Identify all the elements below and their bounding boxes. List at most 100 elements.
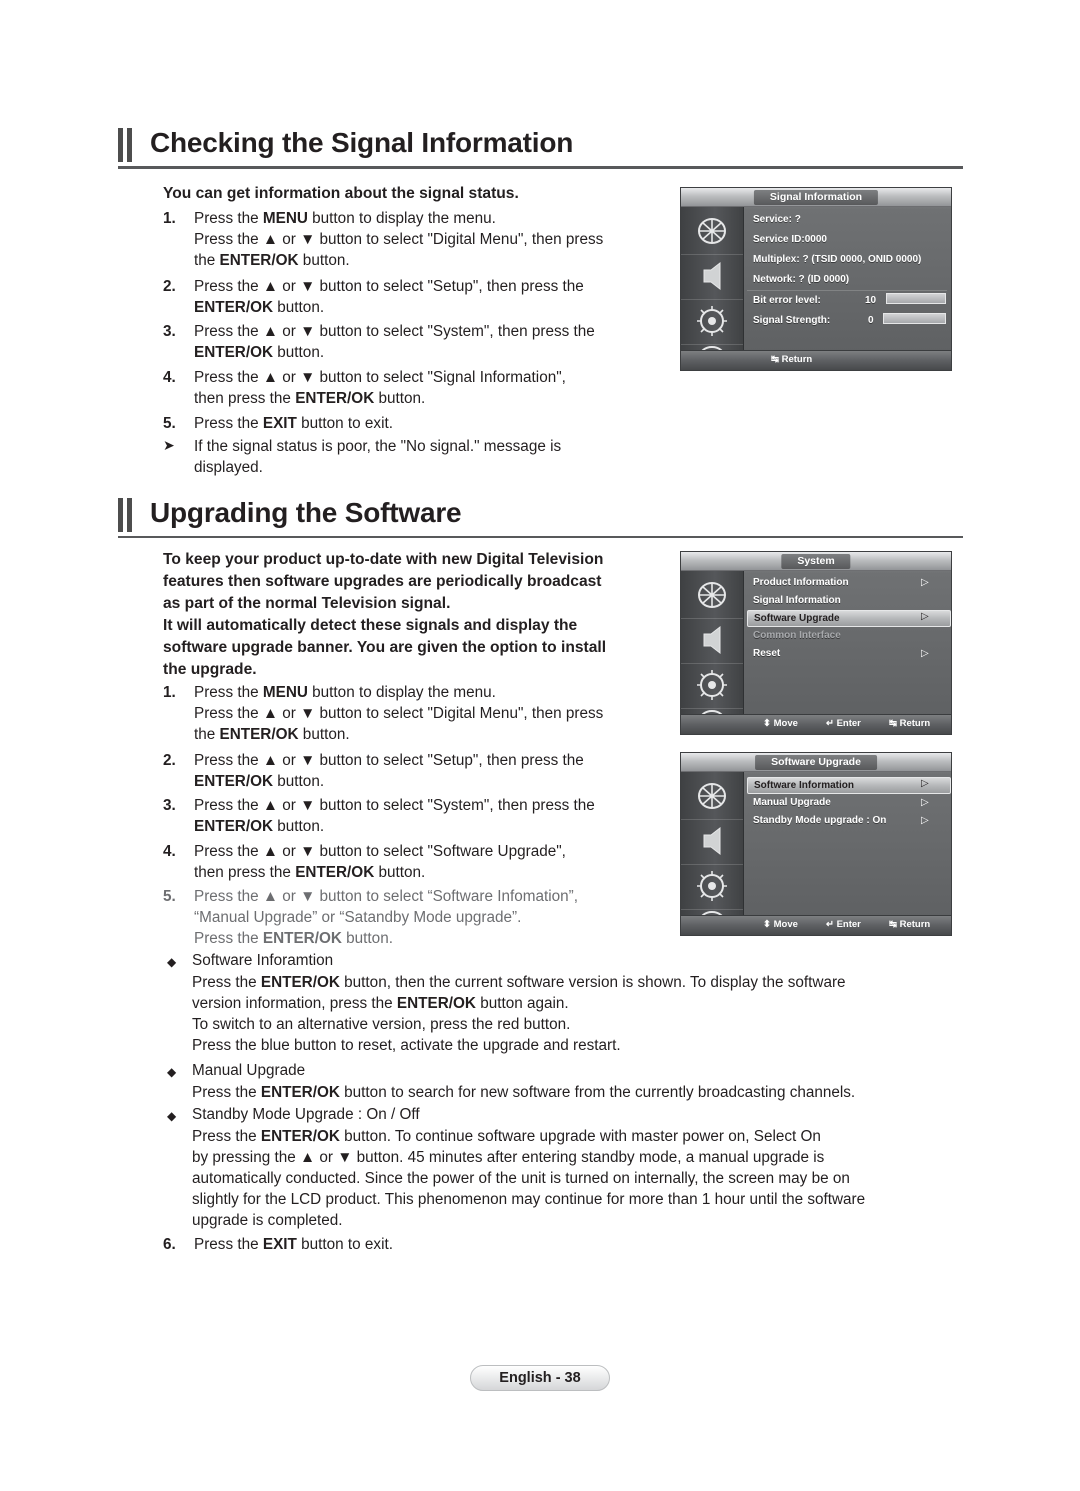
osd-system-item-2: Software Upgrade <box>754 613 840 624</box>
bullet-1-line-2: version information, press the ENTER/OK … <box>192 995 569 1012</box>
osd-signal-title: Signal Information <box>753 190 879 205</box>
upgrade-step-1-line-2: Press the ▲ or ▼ button to select "Digit… <box>194 705 604 722</box>
osd-rail-sep <box>681 254 743 255</box>
signal-step-4-line-2: then press the ENTER/OK button. <box>194 390 426 407</box>
bullet-3-line-5: upgrade is completed. <box>192 1212 343 1229</box>
chevron-right-icon-1: ▷ <box>921 797 929 808</box>
upgrade-intro-line-2: features then software upgrades are peri… <box>163 573 602 590</box>
upgrade-step-3-number: 3. <box>163 797 176 814</box>
osd-signal-bottombar: ↹ Return <box>681 350 951 370</box>
upgrade-step-1-number: 1. <box>163 684 176 701</box>
sound-icon[interactable] <box>690 620 734 664</box>
picture-icon[interactable] <box>690 211 734 255</box>
signal-strength-meter <box>883 313 946 324</box>
upgrade-step-5-line-1: Press the ▲ or ▼ button to select “Softw… <box>194 888 578 905</box>
osd-system[interactable]: System Product Information ▷ Signal Info… <box>680 551 952 735</box>
page-footer-badge: English - 38 <box>470 1365 610 1391</box>
osd-software-item-1[interactable]: Manual Upgrade <box>753 797 831 808</box>
upgrade-step-4-number: 4. <box>163 843 176 860</box>
chevron-right-icon-0: ▷ <box>921 778 929 789</box>
upgrade-intro-line-3: as part of the normal Television signal. <box>163 595 451 612</box>
upgrade-intro-line-6: the upgrade. <box>163 661 257 678</box>
osd-software-upgrade[interactable]: Software Upgrade Software Information ▷ … <box>680 752 952 936</box>
sound-icon[interactable] <box>690 821 734 865</box>
upgrade-step-4-line-1: Press the ▲ or ▼ button to select "Softw… <box>194 843 566 860</box>
upgrade-step-6-line-1: Press the EXIT button to exit. <box>194 1236 393 1253</box>
sound-icon[interactable] <box>690 256 734 300</box>
channel-icon[interactable] <box>690 301 734 345</box>
osd-signal-information[interactable]: Signal Information Service: ? Service ID… <box>680 187 952 371</box>
osd-signal-return-hint[interactable]: ↹ Return <box>771 354 812 365</box>
signal-step-5-line-1: Press the EXIT button to exit. <box>194 415 393 432</box>
bullet-1-line-1: Press the ENTER/OK button, then the curr… <box>192 974 846 991</box>
osd-system-enter-hint[interactable]: ↵ Enter <box>826 718 861 729</box>
upgrade-step-1-line-3: the ENTER/OK button. <box>194 726 350 743</box>
signal-step-1-line-1: Press the MENU button to display the men… <box>194 210 496 227</box>
osd-system-item-0[interactable]: Product Information <box>753 577 849 588</box>
osd-rail-sep-2 <box>681 864 743 865</box>
bullet-1-line-3: To switch to an alternative version, pre… <box>192 1016 571 1033</box>
bullet-1-line-4: Press the blue button to reset, activate… <box>192 1037 621 1054</box>
bullet-3-title: Standby Mode Upgrade : On / Off <box>192 1106 420 1123</box>
osd-rail-sep-2 <box>681 663 743 664</box>
osd-rail-sep <box>681 618 743 619</box>
osd-software-enter-hint[interactable]: ↵ Enter <box>826 919 861 930</box>
diamond-bullet-icon-3: ◆ <box>167 1109 177 1123</box>
signal-step-3-number: 3. <box>163 323 176 340</box>
bullet-3-line-4: slightly for the LCD product. This pheno… <box>192 1191 866 1208</box>
upgrade-step-2-line-1: Press the ▲ or ▼ button to select "Setup… <box>194 752 584 769</box>
bullet-1-title: Software Inforamtion <box>192 952 334 969</box>
osd-software-item-2[interactable]: Standby Mode upgrade : On <box>753 815 886 826</box>
channel-icon[interactable] <box>690 665 734 709</box>
signal-note-line-2: displayed. <box>194 459 263 476</box>
channel-icon[interactable] <box>690 866 734 910</box>
section-heading-upgrade: Upgrading the Software <box>118 496 963 538</box>
signal-intro: You can get information about the signal… <box>163 185 519 202</box>
section-heading-signal: Checking the Signal Information <box>118 126 963 169</box>
upgrade-step-2-number: 2. <box>163 752 176 769</box>
osd-system-return-hint[interactable]: ↹ Return <box>889 718 930 729</box>
upgrade-step-5-line-3: Press the ENTER/OK button. <box>194 930 393 947</box>
osd-signal-strength-value: 0 <box>868 315 874 326</box>
osd-software-return-hint[interactable]: ↹ Return <box>889 919 930 930</box>
osd-system-title: System <box>781 554 851 569</box>
upgrade-intro-line-1: To keep your product up-to-date with new… <box>163 551 604 568</box>
osd-signal-titlebar: Signal Information <box>681 188 951 207</box>
osd-software-title: Software Upgrade <box>755 755 877 770</box>
bullet-3-line-2: by pressing the ▲ or ▼ button. 45 minute… <box>192 1149 825 1166</box>
signal-step-1-number: 1. <box>163 210 176 227</box>
bit-error-meter <box>886 293 946 304</box>
osd-software-move-hint[interactable]: ⬍ Move <box>763 919 798 930</box>
upgrade-step-5-number: 5. <box>163 888 176 905</box>
chevron-right-icon-2: ▷ <box>921 815 929 826</box>
picture-icon[interactable] <box>690 575 734 619</box>
upgrade-step-3-line-1: Press the ▲ or ▼ button to select "Syste… <box>194 797 595 814</box>
diamond-bullet-icon-2: ◆ <box>167 1065 177 1079</box>
osd-bit-error-label: Bit error level: <box>753 295 821 306</box>
osd-signal-strength-label: Signal Strength: <box>753 315 831 326</box>
osd-system-move-hint[interactable]: ⬍ Move <box>763 718 798 729</box>
upgrade-intro-line-5: software upgrade banner. You are given t… <box>163 639 607 656</box>
osd-signal-row-2: Multiplex: ? (TSID 0000, ONID 0000) <box>753 254 922 265</box>
signal-step-1-line-3: the ENTER/OK button. <box>194 252 350 269</box>
osd-signal-row-0: Service: ? <box>753 214 801 225</box>
upgrade-step-3-line-2: ENTER/OK button. <box>194 818 325 835</box>
osd-system-item-3[interactable]: Common Interface <box>753 630 841 641</box>
osd-system-item-4[interactable]: Reset <box>753 648 780 659</box>
osd-rail-sep-2 <box>681 299 743 300</box>
osd-system-titlebar: System <box>681 552 951 571</box>
signal-step-5-number: 5. <box>163 415 176 432</box>
heading-bars-icon-2 <box>118 498 140 532</box>
heading-rule-2 <box>118 536 963 538</box>
osd-signal-divider <box>747 290 947 291</box>
signal-step-3-line-2: ENTER/OK button. <box>194 344 325 361</box>
bullet-2-line-1: Press the ENTER/OK button to search for … <box>192 1084 856 1101</box>
osd-rail-sep <box>681 819 743 820</box>
upgrade-step-6-number: 6. <box>163 1236 176 1253</box>
osd-bit-error-value: 10 <box>865 295 877 306</box>
picture-icon[interactable] <box>690 776 734 820</box>
osd-software-bottombar: ⬍ Move ↵ Enter ↹ Return <box>681 915 951 935</box>
page-title-signal: Checking the Signal Information <box>150 127 574 158</box>
osd-system-item-1[interactable]: Signal Information <box>753 595 841 606</box>
signal-step-1-line-2: Press the ▲ or ▼ button to select "Digit… <box>194 231 604 248</box>
